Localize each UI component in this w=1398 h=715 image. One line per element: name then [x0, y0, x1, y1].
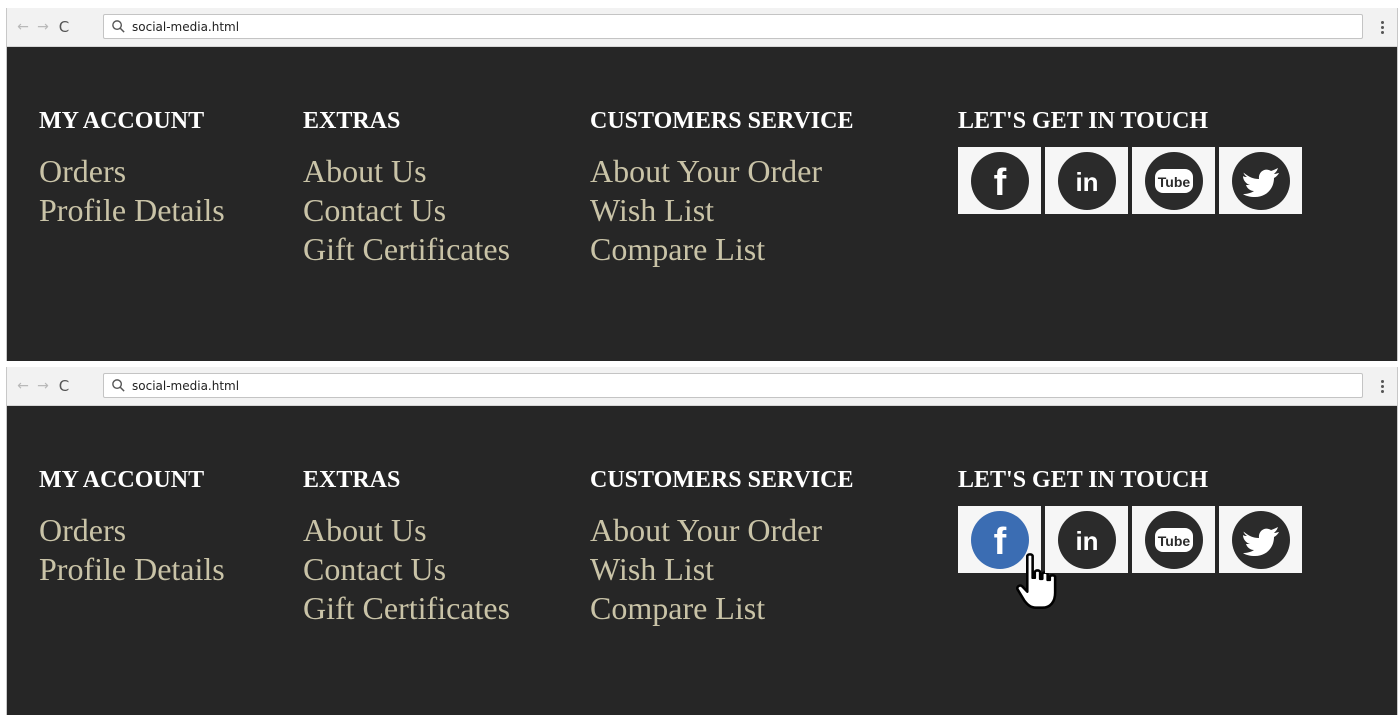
footer-column-my-account: MY ACCOUNT Orders Profile Details	[39, 107, 225, 230]
facebook-icon: f	[970, 151, 1029, 210]
column-heading: CUSTOMERS SERVICE	[590, 108, 854, 134]
linkedin-icon: in	[1057, 510, 1116, 569]
twitter-link[interactable]	[1219, 147, 1302, 214]
link-list: About Your Order Wish List Compare List	[590, 152, 853, 269]
site-footer: MY ACCOUNT Orders Profile Details EXTRAS…	[7, 47, 1397, 361]
facebook-link-hovered[interactable]: f	[958, 506, 1057, 609]
svg-text:f: f	[993, 521, 1006, 563]
back-arrow-icon: ←	[17, 378, 29, 394]
svg-text:Tube: Tube	[1157, 533, 1190, 549]
footer-column-customers-service: CUSTOMERS SERVICE About Your Order Wish …	[590, 466, 853, 628]
column-heading: CUSTOMERS SERVICE	[590, 467, 854, 493]
footer-column-extras: EXTRAS About Us Contact Us Gift Certific…	[303, 107, 510, 269]
youtube-icon: Tube	[1144, 510, 1203, 569]
search-icon	[112, 20, 125, 33]
column-heading: LET'S GET IN TOUCH	[958, 108, 1209, 134]
footer-link-gift-certificates[interactable]: Gift Certificates	[303, 230, 510, 269]
linkedin-link[interactable]: in	[1045, 147, 1128, 214]
footer-column-extras: EXTRAS About Us Contact Us Gift Certific…	[303, 466, 510, 628]
footer-link-orders[interactable]: Orders	[39, 152, 225, 191]
address-bar[interactable]: social-media.html	[103, 373, 1363, 398]
svg-text:in: in	[1075, 526, 1098, 556]
menu-dot	[1380, 25, 1384, 29]
linkedin-link[interactable]: in	[1045, 506, 1128, 573]
back-button[interactable]: ←	[13, 375, 33, 397]
youtube-link[interactable]: Tube	[1132, 506, 1215, 573]
svg-text:f: f	[993, 162, 1006, 204]
footer-link-wish-list[interactable]: Wish List	[590, 550, 853, 589]
link-list: About Us Contact Us Gift Certificates	[303, 511, 510, 628]
youtube-link[interactable]: Tube	[1132, 147, 1215, 214]
column-heading: EXTRAS	[303, 467, 401, 493]
footer-link-profile-details[interactable]: Profile Details	[39, 550, 225, 589]
link-list: About Us Contact Us Gift Certificates	[303, 152, 510, 269]
footer-column-get-in-touch: LET'S GET IN TOUCH f in Tube	[958, 466, 1302, 609]
footer-link-compare-list[interactable]: Compare List	[590, 589, 853, 628]
column-heading: MY ACCOUNT	[39, 467, 205, 493]
menu-dot	[1380, 384, 1384, 388]
column-heading: LET'S GET IN TOUCH	[958, 467, 1209, 493]
link-list: Orders Profile Details	[39, 152, 225, 230]
browser-window-default: ← → C social-media.html MY ACCOUNT Order…	[6, 8, 1398, 361]
footer-link-contact-us[interactable]: Contact Us	[303, 191, 510, 230]
facebook-link[interactable]: f	[958, 147, 1041, 214]
svg-text:Tube: Tube	[1157, 174, 1190, 190]
footer-column-get-in-touch: LET'S GET IN TOUCH f in Tube	[958, 107, 1302, 214]
menu-dot	[1380, 30, 1384, 34]
browser-toolbar: ← → C social-media.html	[7, 367, 1397, 406]
menu-dot	[1380, 20, 1384, 24]
link-list: Orders Profile Details	[39, 511, 225, 589]
social-icons: f in Tube	[958, 147, 1302, 214]
search-icon	[112, 379, 125, 392]
footer-column-my-account: MY ACCOUNT Orders Profile Details	[39, 466, 225, 589]
footer-link-about-us[interactable]: About Us	[303, 511, 510, 550]
twitter-link[interactable]	[1219, 506, 1302, 573]
twitter-icon	[1231, 151, 1290, 210]
twitter-icon	[1231, 510, 1290, 569]
footer-link-gift-certificates[interactable]: Gift Certificates	[303, 589, 510, 628]
address-bar[interactable]: social-media.html	[103, 14, 1363, 39]
back-button[interactable]: ←	[13, 16, 33, 38]
browser-menu-button[interactable]	[1377, 17, 1387, 37]
footer-link-contact-us[interactable]: Contact Us	[303, 550, 510, 589]
site-footer: MY ACCOUNT Orders Profile Details EXTRAS…	[7, 406, 1397, 715]
column-heading: EXTRAS	[303, 108, 401, 134]
footer-link-profile-details[interactable]: Profile Details	[39, 191, 225, 230]
menu-dot	[1380, 379, 1384, 383]
reload-button[interactable]: C	[54, 16, 74, 38]
back-arrow-icon: ←	[17, 19, 29, 35]
reload-icon: C	[58, 377, 70, 395]
footer-link-wish-list[interactable]: Wish List	[590, 191, 853, 230]
footer-link-compare-list[interactable]: Compare List	[590, 230, 853, 269]
browser-menu-button[interactable]	[1377, 376, 1387, 396]
footer-link-about-your-order[interactable]: About Your Order	[590, 152, 853, 191]
footer-column-customers-service: CUSTOMERS SERVICE About Your Order Wish …	[590, 107, 853, 269]
link-list: About Your Order Wish List Compare List	[590, 511, 853, 628]
browser-toolbar: ← → C social-media.html	[7, 8, 1397, 47]
youtube-icon: Tube	[1144, 151, 1203, 210]
forward-button[interactable]: →	[33, 375, 53, 397]
footer-link-about-your-order[interactable]: About Your Order	[590, 511, 853, 550]
column-heading: MY ACCOUNT	[39, 108, 205, 134]
reload-button[interactable]: C	[54, 375, 74, 397]
footer-link-about-us[interactable]: About Us	[303, 152, 510, 191]
forward-arrow-icon: →	[37, 19, 49, 35]
address-url: social-media.html	[132, 19, 240, 34]
address-url: social-media.html	[132, 378, 240, 393]
footer-link-orders[interactable]: Orders	[39, 511, 225, 550]
menu-dot	[1380, 389, 1384, 393]
linkedin-icon: in	[1057, 151, 1116, 210]
reload-icon: C	[58, 18, 70, 36]
forward-button[interactable]: →	[33, 16, 53, 38]
svg-text:in: in	[1075, 167, 1098, 197]
social-icons: f in Tube	[958, 506, 1302, 609]
forward-arrow-icon: →	[37, 378, 49, 394]
browser-window-hover: ← → C social-media.html MY ACCOUNT Order…	[6, 367, 1398, 715]
